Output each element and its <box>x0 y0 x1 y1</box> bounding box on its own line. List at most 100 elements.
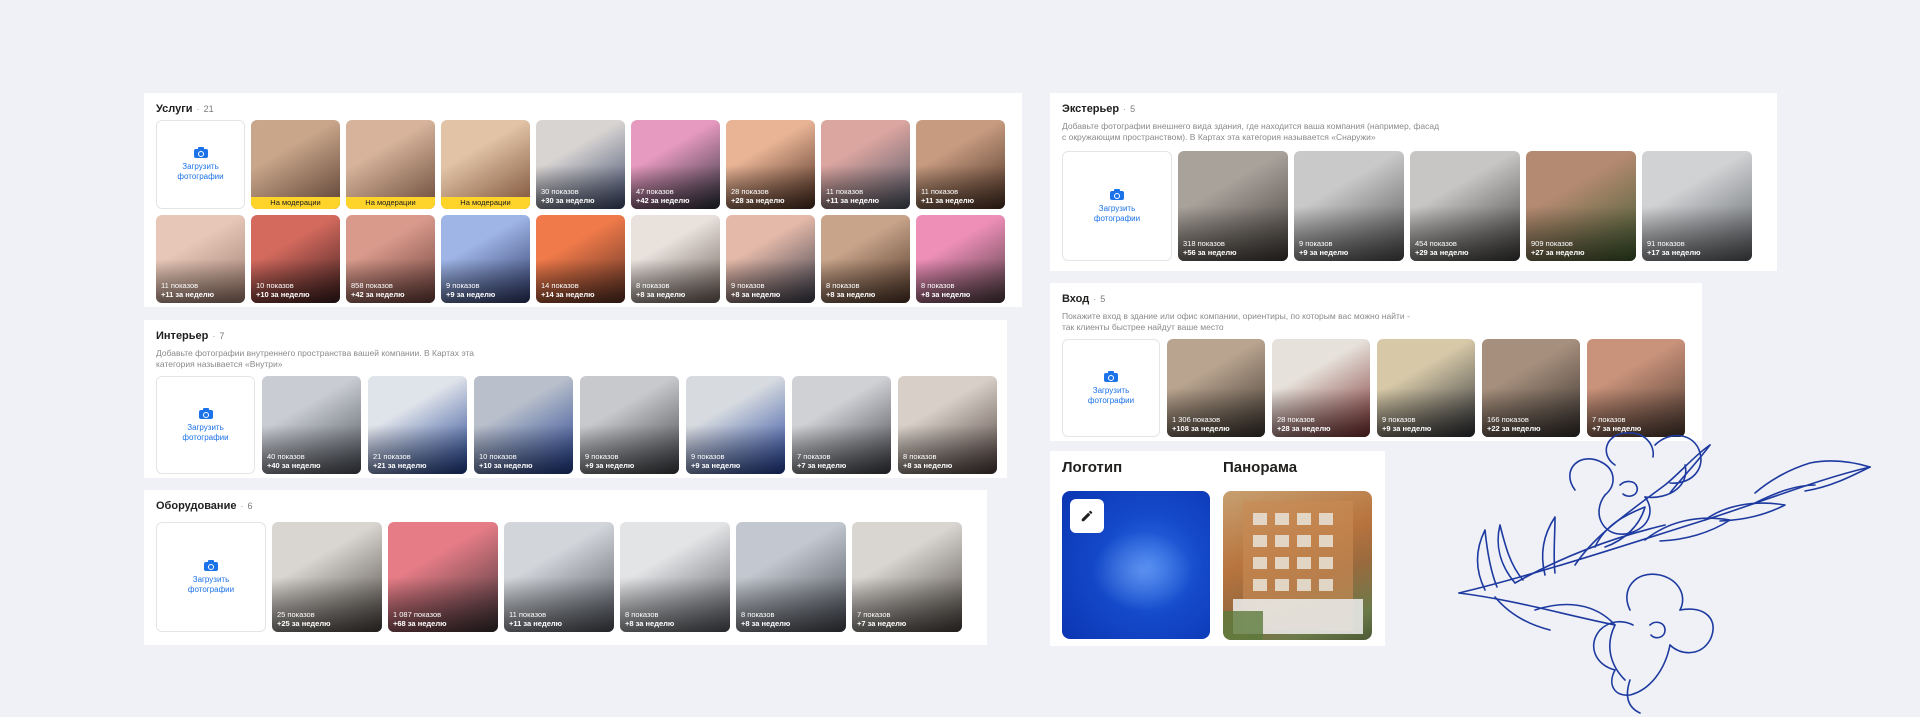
photo-tile[interactable]: 858 показов +42 за неделю <box>346 215 435 303</box>
weekly-views: +28 за неделю <box>1277 424 1331 433</box>
weekly-views: +8 за неделю <box>741 619 791 628</box>
weekly-views: +30 за неделю <box>541 196 595 205</box>
photo-tile[interactable]: 8 показов +8 за неделю <box>631 215 720 303</box>
photo-tile[interactable]: 10 показов +10 за неделю <box>474 376 573 474</box>
weekly-views: +28 за неделю <box>731 196 785 205</box>
upload-photo-button[interactable]: Загрузить фотографии <box>1062 339 1160 437</box>
photo-tile[interactable]: 166 показов +22 за неделю <box>1482 339 1580 437</box>
photo-tile[interactable]: 21 показов +21 за неделю <box>368 376 467 474</box>
photo-tile[interactable]: 28 показов +28 за неделю <box>726 120 815 209</box>
views-count: 9 показов <box>691 452 725 461</box>
views-count: 21 показов <box>373 452 411 461</box>
upload-photo-button[interactable]: Загрузить фотографии <box>156 522 266 632</box>
views-count: 11 показов <box>509 610 547 619</box>
views-count: 14 показов <box>541 281 579 290</box>
photo-tile[interactable]: 47 показов +42 за неделю <box>631 120 720 209</box>
section-exterior: Экстерьер · 5 Добавьте фотографии внешне… <box>1050 93 1777 271</box>
section-title: Вход <box>1062 293 1090 305</box>
photo-stats: 8 показов +8 за неделю <box>921 281 970 299</box>
views-count: 8 показов <box>625 610 659 619</box>
photo-stats: 10 показов +10 за неделю <box>479 452 533 470</box>
weekly-views: +21 за неделю <box>373 461 427 470</box>
photo-tile[interactable]: 40 показов +40 за неделю <box>262 376 361 474</box>
photo-tile[interactable]: 7 показов +7 за неделю <box>852 522 962 632</box>
weekly-views: +10 за неделю <box>256 290 310 299</box>
section-description: Покажите вход в здание или офис компании… <box>1062 311 1410 332</box>
views-count: 9 показов <box>731 281 765 290</box>
photo-stats: 909 показов +27 за неделю <box>1531 239 1585 257</box>
photo-tile[interactable]: 8 показов +8 за неделю <box>620 522 730 632</box>
logo-image[interactable] <box>1062 491 1210 639</box>
panorama-image[interactable] <box>1223 491 1372 640</box>
photo-tile[interactable]: На модерации <box>346 120 435 209</box>
edit-logo-button[interactable] <box>1070 499 1104 533</box>
photo-stats: 14 показов +14 за неделю <box>541 281 595 299</box>
photo-stats: 8 показов +8 за неделю <box>625 610 674 628</box>
photo-tile[interactable]: 14 показов +14 за неделю <box>536 215 625 303</box>
moderation-badge: На модерации <box>346 197 435 209</box>
photo-tile[interactable]: 9 показов +9 за неделю <box>580 376 679 474</box>
weekly-views: +42 за неделю <box>351 290 405 299</box>
photo-count: 5 <box>1130 104 1136 114</box>
views-count: 1 306 показов <box>1172 415 1221 424</box>
photo-tile[interactable]: 9 показов +9 за неделю <box>441 215 530 303</box>
weekly-views: +11 за неделю <box>921 196 975 205</box>
photo-tile[interactable]: 11 показов +11 за неделю <box>504 522 614 632</box>
photo-tile[interactable]: 11 показов +11 за неделю <box>156 215 245 303</box>
photo-tile[interactable]: 8 показов +8 за неделю <box>898 376 997 474</box>
weekly-views: +8 за неделю <box>731 290 781 299</box>
photo-tile[interactable]: 8 показов +8 за неделю <box>736 522 846 632</box>
photo-tile[interactable]: 909 показов +27 за неделю <box>1526 151 1636 261</box>
photo-tile[interactable]: 7 показов +7 за неделю <box>1587 339 1685 437</box>
weekly-views: +9 за неделю <box>691 461 741 470</box>
photo-tile[interactable]: 8 показов +8 за неделю <box>821 215 910 303</box>
weekly-views: +7 за неделю <box>857 619 907 628</box>
photo-tile[interactable]: 11 показов +11 за неделю <box>821 120 910 209</box>
upload-photo-button[interactable]: Загрузить фотографии <box>156 376 255 474</box>
views-count: 8 показов <box>636 281 670 290</box>
photo-count: 5 <box>1100 294 1106 304</box>
photo-tile[interactable]: 7 показов +7 за неделю <box>792 376 891 474</box>
section-title: Экстерьер <box>1062 103 1120 115</box>
photo-tile[interactable]: 9 показов +8 за неделю <box>726 215 815 303</box>
photo-tile[interactable]: 9 показов +9 за неделю <box>1377 339 1475 437</box>
photo-stats: 25 показов +25 за неделю <box>277 610 331 628</box>
photo-tile[interactable]: 9 показов +9 за неделю <box>686 376 785 474</box>
photo-tile[interactable]: 318 показов +56 за неделю <box>1178 151 1288 261</box>
photo-tile[interactable]: 28 показов +28 за неделю <box>1272 339 1370 437</box>
weekly-views: +8 за неделю <box>636 290 686 299</box>
weekly-views: +8 за неделю <box>625 619 675 628</box>
photo-tile[interactable]: На модерации <box>441 120 530 209</box>
photo-tile[interactable]: 1 087 показов +68 за неделю <box>388 522 498 632</box>
photo-stats: 9 показов +9 за неделю <box>691 452 740 470</box>
views-count: 91 показов <box>1647 239 1685 248</box>
photo-tile[interactable]: 10 показов +10 за неделю <box>251 215 340 303</box>
weekly-views: +42 за неделю <box>636 196 690 205</box>
section-description: Добавьте фотографии внутреннего простран… <box>156 348 475 369</box>
photo-stats: 11 показов +11 за неделю <box>509 610 562 628</box>
photo-stats: 8 показов +8 за неделю <box>741 610 790 628</box>
photo-tile[interactable]: 454 показов +29 за неделю <box>1410 151 1520 261</box>
views-count: 909 показов <box>1531 239 1573 248</box>
weekly-views: +56 за неделю <box>1183 248 1237 257</box>
views-count: 1 087 показов <box>393 610 442 619</box>
photo-tile[interactable]: 9 показов +9 за неделю <box>1294 151 1404 261</box>
photo-tile[interactable]: 91 показов +17 за неделю <box>1642 151 1752 261</box>
upload-label: Загрузить фотографии <box>1087 385 1135 405</box>
photo-stats: 7 показов +7 за неделю <box>797 452 846 470</box>
photo-tile[interactable]: На модерации <box>251 120 340 209</box>
moderation-badge: На модерации <box>251 197 340 209</box>
photo-tile[interactable]: 1 306 показов +108 за неделю <box>1167 339 1265 437</box>
photo-tile[interactable]: 30 показов +30 за неделю <box>536 120 625 209</box>
photo-tile[interactable]: 25 показов +25 за неделю <box>272 522 382 632</box>
photo-stats: 11 показов +11 за неделю <box>161 281 214 299</box>
weekly-views: +9 за неделю <box>1382 424 1432 433</box>
views-count: 9 показов <box>1299 239 1333 248</box>
photo-tile[interactable]: 11 показов +11 за неделю <box>916 120 1005 209</box>
section-title: Услуги <box>156 103 193 115</box>
upload-photo-button[interactable]: Загрузить фотографии <box>156 120 245 209</box>
photo-tile[interactable]: 8 показов +8 за неделю <box>916 215 1005 303</box>
views-count: 166 показов <box>1487 415 1529 424</box>
upload-label: Загрузить фотографии <box>1093 203 1141 223</box>
upload-photo-button[interactable]: Загрузить фотографии <box>1062 151 1172 261</box>
